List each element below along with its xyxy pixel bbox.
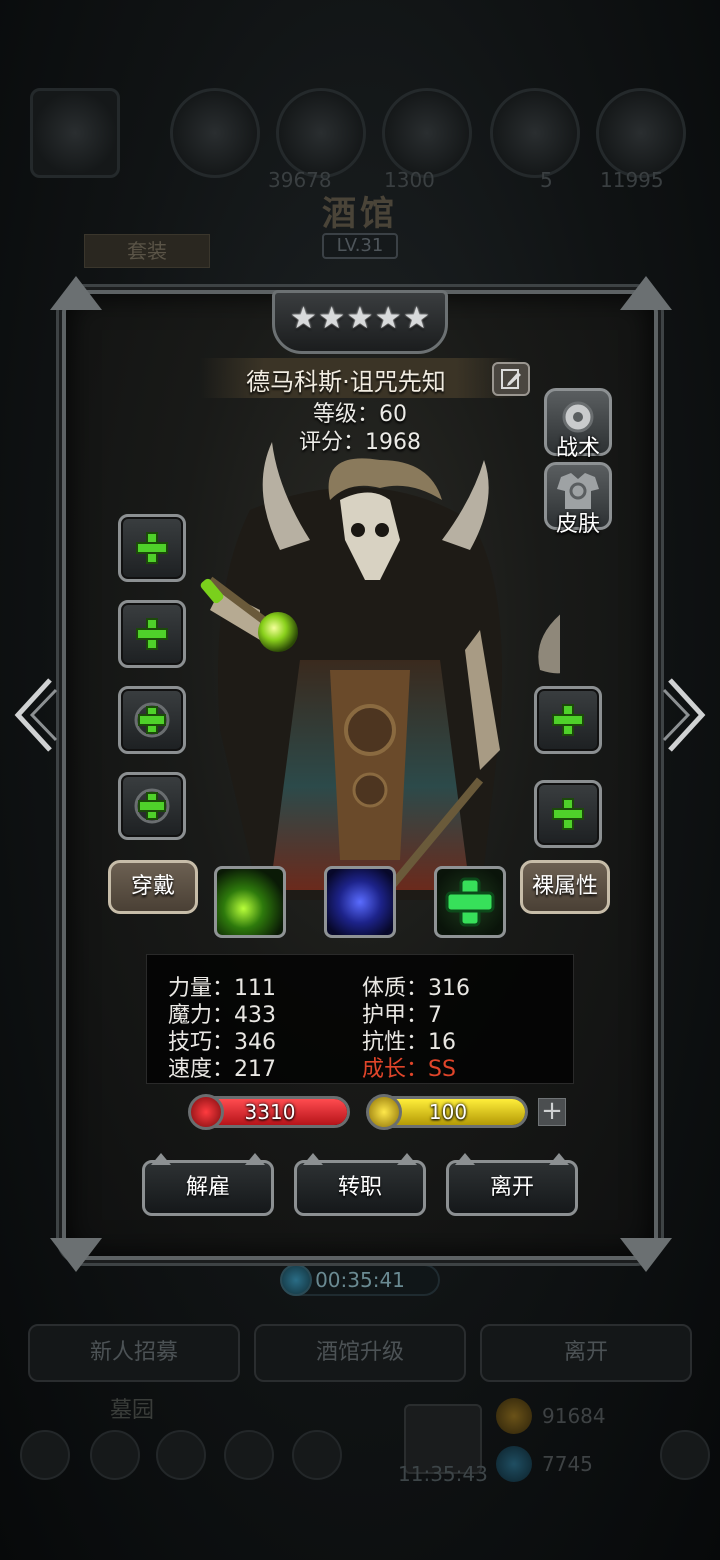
- gift-timer: 11:35:43: [398, 1462, 488, 1486]
- plus-icon: [552, 704, 584, 736]
- weapon-slot[interactable]: [118, 514, 186, 582]
- edit-icon: [501, 369, 521, 389]
- refresh-timer-text: 00:35:41: [315, 1268, 405, 1292]
- plus-icon: [136, 532, 168, 564]
- resource-slot: [596, 88, 686, 178]
- plus-icon: [136, 618, 168, 650]
- attr-speed: 速度：217: [168, 1057, 276, 1082]
- resource-slot: [170, 88, 260, 178]
- nav-icon[interactable]: [90, 1430, 140, 1480]
- plus-icon: [134, 702, 170, 738]
- cemetery-label: 墓园: [110, 1398, 155, 1423]
- leave-tavern-button[interactable]: 离开: [480, 1324, 692, 1382]
- heart-icon: [188, 1094, 224, 1130]
- arrow-right-icon[interactable]: [662, 676, 710, 754]
- star-icon: ★: [374, 301, 402, 336]
- upgrade-tavern-button[interactable]: 酒馆升级: [254, 1324, 466, 1382]
- suit-tab[interactable]: 套装: [84, 234, 210, 268]
- star-icon: ★: [346, 301, 374, 336]
- arrow-left-icon[interactable]: [10, 676, 58, 754]
- nav-icon[interactable]: [660, 1430, 710, 1480]
- ring-slot[interactable]: [118, 686, 186, 754]
- plus-icon: [445, 877, 495, 927]
- armor-slot[interactable]: [118, 600, 186, 668]
- tavern-level: LV.31: [322, 233, 398, 259]
- add-energy-button[interactable]: +: [538, 1098, 566, 1126]
- attr-growth: 成长：SS: [362, 1057, 456, 1082]
- frame-ornament: [50, 276, 102, 310]
- nav-icon[interactable]: [156, 1430, 206, 1480]
- plus-icon: [552, 798, 584, 830]
- resource-slot: [490, 88, 580, 178]
- resource-slot: [276, 88, 366, 178]
- nav-icon[interactable]: [292, 1430, 342, 1480]
- skill-heal[interactable]: [434, 866, 506, 938]
- skin-label: 皮肤: [555, 512, 600, 537]
- recruit-button[interactable]: 新人招募: [28, 1324, 240, 1382]
- hero-name: 德马科斯·诅咒先知: [246, 368, 446, 396]
- change-class-button[interactable]: 转职: [294, 1153, 426, 1216]
- star-icon: ★: [403, 301, 430, 336]
- nav-icon[interactable]: [224, 1430, 274, 1480]
- accessory-slot[interactable]: [534, 686, 602, 754]
- star-rating: ★ ★ ★ ★ ★: [290, 304, 430, 334]
- rename-button[interactable]: [492, 362, 530, 396]
- ring-slot[interactable]: [118, 772, 186, 840]
- tactics-label: 战术: [555, 436, 600, 461]
- leave-button[interactable]: 离开: [446, 1153, 578, 1216]
- nav-icon[interactable]: [20, 1430, 70, 1480]
- gem-icon: [496, 1446, 532, 1482]
- skill-blue-spirit[interactable]: [324, 866, 396, 938]
- frame-ornament: [50, 1238, 102, 1272]
- star-icon: ★: [290, 301, 317, 336]
- bare-attributes-button[interactable]: 裸属性: [520, 860, 610, 914]
- gold-coin-icon: [496, 1398, 532, 1434]
- wear-button[interactable]: 穿戴: [108, 860, 198, 914]
- frame-ornament: [620, 276, 672, 310]
- resource-slot: [382, 88, 472, 178]
- player-avatar: [30, 88, 120, 178]
- skill-green-slash[interactable]: [214, 866, 286, 938]
- clock-icon: [280, 1264, 312, 1296]
- plus-icon: [134, 788, 170, 824]
- refresh-timer: 00:35:41: [280, 1264, 440, 1296]
- lightning-icon: [366, 1094, 402, 1130]
- accessory-slot[interactable]: [534, 780, 602, 848]
- frame-ornament: [620, 1238, 672, 1272]
- tavern-title: 酒馆: [322, 194, 398, 234]
- gem-value: 7745: [542, 1452, 593, 1476]
- dismiss-button[interactable]: 解雇: [142, 1153, 274, 1216]
- gold-value: 91684: [542, 1404, 606, 1428]
- resource-bar: [30, 88, 690, 188]
- star-icon: ★: [318, 301, 346, 336]
